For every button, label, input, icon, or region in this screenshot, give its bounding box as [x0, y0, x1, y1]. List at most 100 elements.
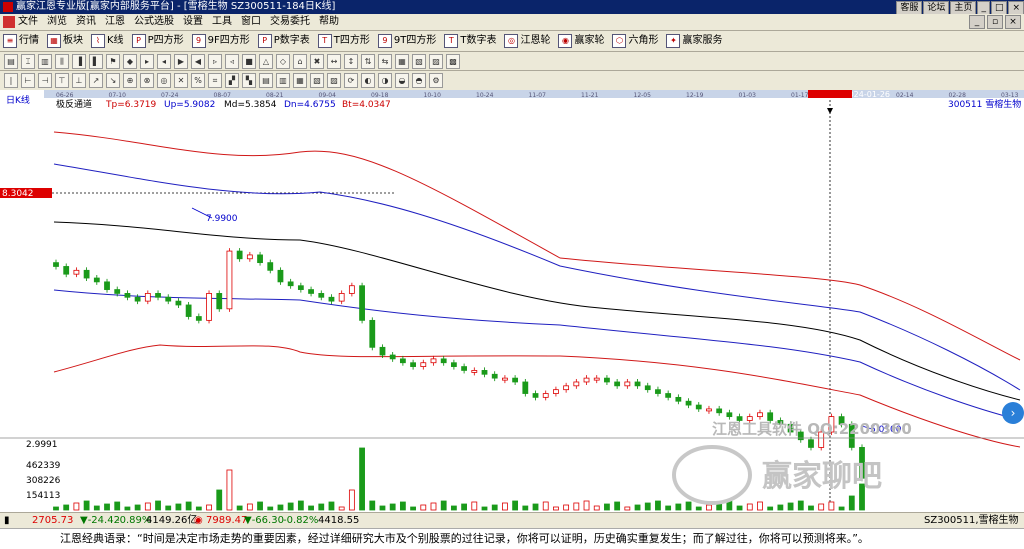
child-close-button[interactable]: × — [1005, 15, 1021, 29]
line-tool-icon[interactable]: ▦ — [293, 73, 307, 88]
line-tool-icon[interactable]: ◐ — [361, 73, 375, 88]
close-button[interactable]: × — [1008, 1, 1024, 15]
candle-body — [685, 400, 692, 406]
line-tool-icon[interactable]: ⊤ — [55, 73, 69, 88]
line-tool-icon[interactable]: ▞ — [225, 73, 239, 88]
draw-tool-icon[interactable]: ▌ — [89, 54, 103, 69]
line-tool-icon[interactable]: ⊗ — [140, 73, 154, 88]
candle-body — [216, 293, 223, 310]
line-tool-icon[interactable]: ⊢ — [21, 73, 35, 88]
forum-button[interactable]: 论坛 — [923, 1, 950, 15]
draw-tool-icon[interactable]: ⌂ — [293, 54, 307, 69]
line-tool-icon[interactable]: ▤ — [259, 73, 273, 88]
toolbar-service-button[interactable]: ✦ 赢家服务 — [666, 34, 722, 48]
draw-tool-icon[interactable]: ⌶ — [21, 54, 35, 69]
draw-tool-icon[interactable]: ▹ — [208, 54, 222, 69]
chart-svg[interactable]: 06-26 07-10 07-24 08-07 08-21 09-04 09-18 10-10… — [0, 90, 1024, 512]
draw-tool-icon[interactable]: ▤ — [4, 54, 18, 69]
child-restore-button[interactable]: ▫ — [987, 15, 1003, 29]
menu-help[interactable]: 帮助 — [319, 15, 339, 29]
draw-tool-icon[interactable]: ■ — [242, 54, 256, 69]
chevron-right-icon[interactable]: › — [1002, 402, 1024, 424]
draw-tool-icon[interactable]: ✖ — [310, 54, 324, 69]
date-tick-label: 09-18 — [371, 92, 389, 99]
toolbar-hexagon-button[interactable]: ⬡ 六角形 — [612, 34, 658, 48]
menu-news[interactable]: 资讯 — [76, 15, 96, 29]
homepage-button[interactable]: 主页 — [950, 1, 977, 15]
maximize-button[interactable]: □ — [990, 1, 1008, 15]
customer-service-button[interactable]: 客服 — [896, 1, 923, 15]
draw-tool-icon[interactable]: ⇆ — [378, 54, 392, 69]
draw-tool-icon[interactable]: ↕ — [344, 54, 358, 69]
draw-tool-icon[interactable]: ▶ — [174, 54, 188, 69]
kline-chart[interactable]: 06-26 07-10 07-24 08-07 08-21 09-04 09-18 10-10… — [0, 90, 1024, 512]
draw-tool-icon[interactable]: ⇅ — [361, 54, 375, 69]
toolbar-winner-wheel-button[interactable]: ◉ 赢家轮 — [558, 34, 604, 48]
line-tool-icon[interactable]: ◎ — [157, 73, 171, 88]
child-minimize-button[interactable]: _ — [969, 15, 985, 29]
line-tool-icon[interactable]: ✕ — [174, 73, 188, 88]
toolbar-gann-wheel-button[interactable]: ◎ 江恩轮 — [504, 34, 550, 48]
indicator-name: 极反通道 — [56, 98, 92, 110]
toolbar-p-square-button[interactable]: P P四方形 — [131, 34, 184, 48]
menu-browse[interactable]: 浏览 — [47, 15, 67, 29]
draw-tool-icon[interactable]: ◂ — [157, 54, 171, 69]
line-tool-icon[interactable]: ⊕ — [123, 73, 137, 88]
minimize-button[interactable]: _ — [977, 1, 990, 15]
draw-tool-icon[interactable]: △ — [259, 54, 273, 69]
draw-tool-icon[interactable]: ↔ — [327, 54, 341, 69]
line-tool-icon[interactable]: ▥ — [276, 73, 290, 88]
line-tool-icon[interactable]: ◒ — [395, 73, 409, 88]
menu-settings[interactable]: 设置 — [183, 15, 203, 29]
line-tool-icon[interactable]: % — [191, 73, 205, 88]
draw-tool-icon[interactable]: ▐ — [72, 54, 86, 69]
draw-tool-icon[interactable]: ⫼ — [55, 54, 69, 69]
line-tool-icon[interactable]: ⊣ — [38, 73, 52, 88]
toolbar-t-table-button[interactable]: T T数字表 — [444, 34, 496, 48]
draw-tool-icon[interactable]: ▧ — [412, 54, 426, 69]
draw-tool-icon[interactable]: ▥ — [38, 54, 52, 69]
toolbar-p-table-button[interactable]: P P数字表 — [257, 34, 310, 48]
line-tool-icon[interactable]: ↗ — [89, 73, 103, 88]
line-tool-icon[interactable]: ⚙ — [429, 73, 443, 88]
menu-tools[interactable]: 工具 — [212, 15, 232, 29]
draw-tool-icon[interactable]: ▸ — [140, 54, 154, 69]
menu-formula[interactable]: 公式选股 — [134, 15, 174, 29]
toolbar-9f-square-button[interactable]: 9 9F四方形 — [191, 34, 250, 48]
volume-bar — [655, 500, 661, 511]
line-tool-icon[interactable]: ▧ — [310, 73, 324, 88]
draw-tool-icon[interactable]: ◇ — [276, 54, 290, 69]
toolbar-sector-button[interactable]: ▦ 板块 — [47, 34, 83, 48]
draw-tool-icon[interactable]: ▦ — [395, 54, 409, 69]
line-tool-icon[interactable]: ↘ — [106, 73, 120, 88]
line-tool-icon[interactable]: ◑ — [378, 73, 392, 88]
line-tool-icon[interactable]: ◓ — [412, 73, 426, 88]
square-icon: T — [317, 34, 332, 48]
menu-gann[interactable]: 江恩 — [105, 15, 125, 29]
toolbar-kline-button[interactable]: ⌇ K线 — [91, 34, 124, 48]
status-stock: SZ300511,雪榕生物 — [924, 515, 1019, 526]
draw-tool-icon[interactable]: ⚑ — [106, 54, 120, 69]
date-tick-label: 09-04 — [319, 92, 337, 99]
square-icon: P — [131, 34, 146, 48]
toolbar-t-square-button[interactable]: T T四方形 — [317, 34, 370, 48]
line-tool-icon[interactable]: | — [4, 73, 18, 88]
candle-body — [808, 439, 814, 448]
toolbar-9t-square-button[interactable]: 9 9T四方形 — [377, 34, 436, 48]
line-tool-icon[interactable]: ▚ — [242, 73, 256, 88]
draw-tool-icon[interactable]: ▩ — [446, 54, 460, 69]
draw-tool-icon[interactable]: ◃ — [225, 54, 239, 69]
line-tool-icon[interactable]: ⊥ — [72, 73, 86, 88]
draw-tool-icon[interactable]: ◆ — [123, 54, 137, 69]
draw-tool-icon[interactable]: ▨ — [429, 54, 443, 69]
line-tool-icon[interactable]: ⟳ — [344, 73, 358, 88]
menu-file[interactable]: 文件 — [18, 15, 38, 29]
menu-window[interactable]: 窗口 — [241, 15, 261, 29]
menu-trade[interactable]: 交易委托 — [270, 15, 310, 29]
menu-bar: 文件 浏览 资讯 江恩 公式选股 设置 工具 窗口 交易委托 帮助 _ ▫ × — [0, 14, 1024, 31]
draw-tool-icon[interactable]: ◀ — [191, 54, 205, 69]
line-tool-icon[interactable]: ▨ — [327, 73, 341, 88]
toolbar-quote-button[interactable]: ≡ 行情 — [3, 34, 39, 48]
candle-body — [624, 381, 631, 387]
line-tool-icon[interactable]: ⌗ — [208, 73, 222, 88]
